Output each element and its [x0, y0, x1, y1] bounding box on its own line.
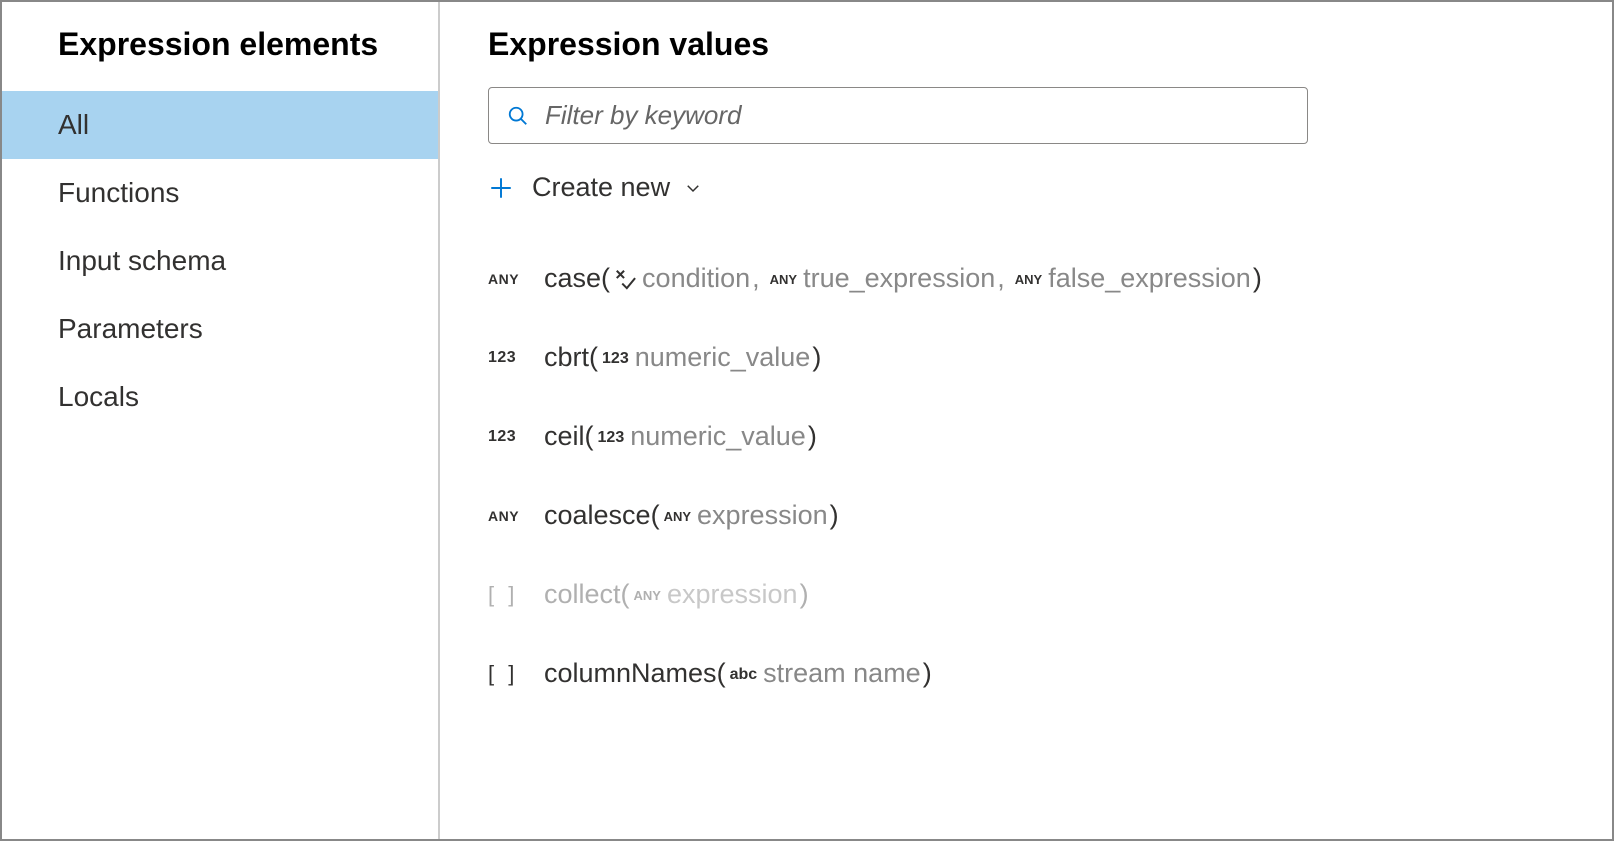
return-type: 123 — [488, 428, 544, 446]
function-name: collect — [544, 579, 621, 610]
function-name: columnNames — [544, 658, 717, 689]
function-signature: columnNames(abc stream name) — [544, 658, 932, 689]
return-type: [ ] — [488, 661, 544, 687]
function-signature: ceil(123 numeric_value) — [544, 421, 817, 452]
sidebar-item-all[interactable]: All — [2, 91, 438, 159]
function-signature: coalesce(ANY expression) — [544, 500, 839, 531]
function-row-collect: [ ] collect(ANY expression) — [488, 579, 1564, 610]
main-panel: Expression values Create new ANYcase( co… — [440, 2, 1612, 839]
type-number-icon: 123 — [602, 350, 629, 368]
param-name: expression — [697, 500, 828, 531]
param-name: stream name — [763, 658, 921, 689]
sidebar-item-locals[interactable]: Locals — [2, 363, 438, 431]
return-type: ANY — [488, 271, 544, 287]
function-row-cbrt[interactable]: 123cbrt(123 numeric_value) — [488, 342, 1564, 373]
sidebar-item-functions[interactable]: Functions — [2, 159, 438, 227]
type-boolean-icon — [614, 268, 636, 290]
param-name: condition — [642, 263, 750, 294]
param-name: numeric_value — [635, 342, 811, 373]
param-name: false_expression — [1048, 263, 1251, 294]
type-any-icon: ANY — [664, 509, 691, 524]
function-name: ceil — [544, 421, 585, 452]
param-name: expression — [667, 579, 798, 610]
type-number-icon: 123 — [488, 428, 516, 446]
type-any-icon: ANY — [1015, 272, 1042, 287]
create-new-button[interactable]: Create new — [488, 172, 1564, 203]
type-number-icon: 123 — [488, 349, 516, 367]
type-number-icon: 123 — [598, 429, 625, 447]
param-name: numeric_value — [630, 421, 806, 452]
param-name: true_expression — [803, 263, 995, 294]
type-any-icon: ANY — [488, 271, 519, 287]
function-row-case[interactable]: ANYcase( condition,ANY true_expression,A… — [488, 263, 1564, 294]
function-list: ANYcase( condition,ANY true_expression,A… — [488, 263, 1564, 689]
type-any-icon: ANY — [634, 588, 661, 603]
type-any-icon: ANY — [770, 272, 797, 287]
function-row-ceil[interactable]: 123ceil(123 numeric_value) — [488, 421, 1564, 452]
sidebar-title: Expression elements — [2, 26, 438, 91]
sidebar-item-input-schema[interactable]: Input schema — [2, 227, 438, 295]
function-signature: case( condition,ANY true_expression,ANY … — [544, 263, 1262, 294]
search-icon — [507, 105, 529, 127]
function-signature: cbrt(123 numeric_value) — [544, 342, 821, 373]
type-array-icon: [ ] — [488, 582, 518, 608]
main-title: Expression values — [488, 26, 1564, 63]
function-row-columnNames[interactable]: [ ] columnNames(abc stream name) — [488, 658, 1564, 689]
chevron-down-icon — [684, 179, 702, 197]
create-new-label: Create new — [532, 172, 670, 203]
sidebar-item-parameters[interactable]: Parameters — [2, 295, 438, 363]
type-any-icon: ANY — [488, 508, 519, 524]
function-name: cbrt — [544, 342, 589, 373]
function-name: coalesce — [544, 500, 651, 531]
return-type: [ ] — [488, 582, 544, 608]
type-array-icon: [ ] — [488, 661, 518, 687]
return-type: 123 — [488, 349, 544, 367]
function-name: case — [544, 263, 601, 294]
sidebar: Expression elements AllFunctionsInput sc… — [2, 2, 440, 839]
plus-icon — [488, 175, 514, 201]
function-signature: collect(ANY expression) — [544, 579, 809, 610]
search-input[interactable] — [545, 100, 1289, 131]
function-row-coalesce[interactable]: ANYcoalesce(ANY expression) — [488, 500, 1564, 531]
type-string-icon: abc — [730, 666, 758, 684]
search-box[interactable] — [488, 87, 1308, 144]
return-type: ANY — [488, 508, 544, 524]
